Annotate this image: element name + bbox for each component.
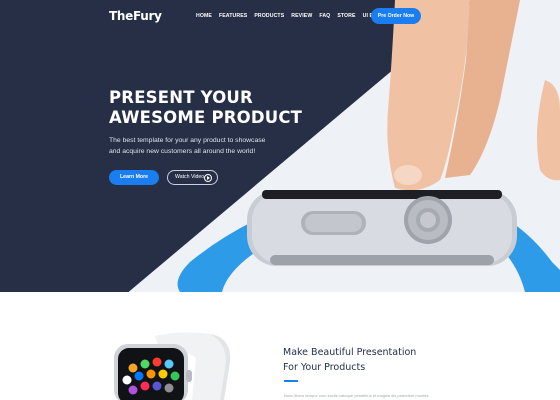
headline-line-1: PRESENT YOUR (109, 88, 253, 107)
features-body-text: Nunc libero tempor cum sociis natoque pe… (284, 393, 429, 398)
pre-order-button[interactable]: Pre Order Now (371, 8, 421, 24)
nav-item-home[interactable]: HOME (196, 13, 212, 19)
learn-more-button[interactable]: Learn More (109, 170, 159, 185)
features-title-line-1: Make Beautiful Presentation (283, 347, 417, 358)
nav-item-products[interactable]: PRODUCTS (254, 13, 284, 19)
watch-product-image (114, 332, 231, 400)
nav-item-faq[interactable]: FAQ (319, 13, 330, 19)
features-section: Make Beautiful Presentation For Your Pro… (0, 292, 560, 400)
nav-item-store[interactable]: STORE (337, 13, 355, 19)
subtitle-line-2: and acquire new customers all around the… (109, 148, 256, 155)
nav-item-features[interactable]: FEATURES (219, 13, 247, 19)
top-navigation: TheFury HOME FEATURES PRODUCTS REVIEW FA… (0, 0, 560, 34)
hero-subtitle: The best template for your any product t… (109, 135, 279, 157)
title-underline (284, 380, 298, 382)
watch-video-button[interactable]: Watch Video (167, 170, 218, 185)
hero-section: TheFury HOME FEATURES PRODUCTS REVIEW FA… (0, 0, 560, 292)
brand-logo[interactable]: TheFury (109, 9, 162, 23)
features-title-line-2: For Your Products (283, 362, 366, 373)
subtitle-line-1: The best template for your any product t… (109, 137, 266, 144)
features-title: Make Beautiful Presentation For Your Pro… (283, 345, 483, 375)
headline-line-2: AWESOME PRODUCT (109, 108, 303, 127)
watch-illustration (177, 0, 560, 292)
play-icon (204, 174, 212, 182)
watch-video-label: Watch Video (175, 174, 205, 180)
hero-headline: PRESENT YOUR AWESOME PRODUCT (109, 88, 309, 128)
nav-item-review[interactable]: REVIEW (291, 13, 312, 19)
